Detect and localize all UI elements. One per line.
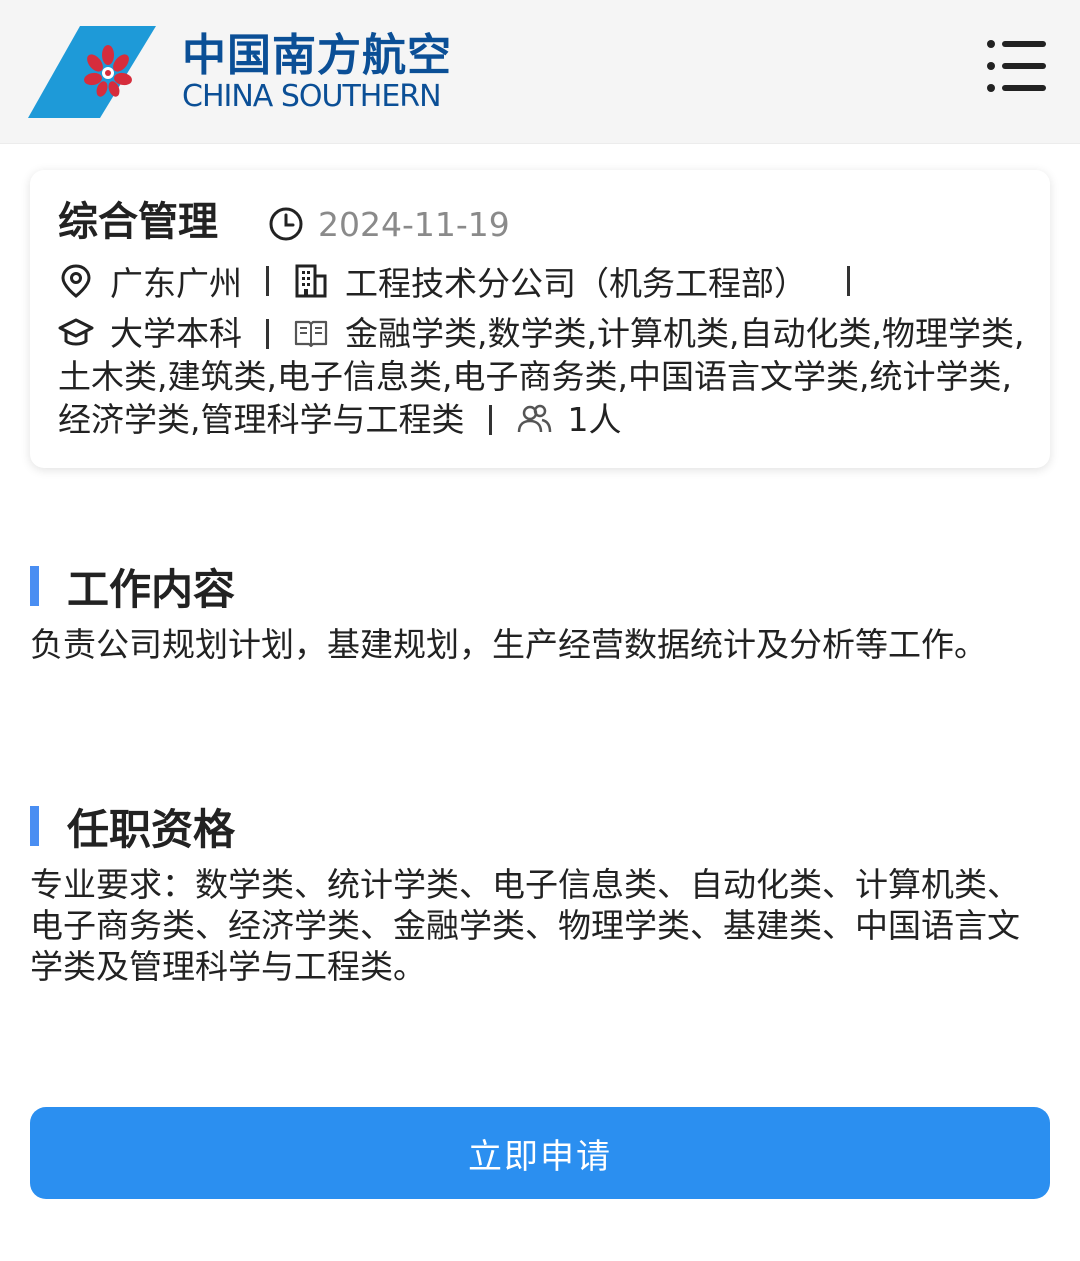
hamburger-menu-icon[interactable] bbox=[984, 36, 1048, 96]
graduation-cap-icon bbox=[58, 318, 94, 346]
job-title: 综合管理 bbox=[58, 199, 218, 245]
qualification-body: 专业要求：数学类、统计学类、电子信息类、自动化类、计算机类、电子商务类、经济学类… bbox=[30, 865, 1020, 986]
work-content-heading: 工作内容 bbox=[30, 562, 235, 614]
headcount-text: 1人 bbox=[567, 400, 622, 439]
logo-chinese-text: 中国南方航空 bbox=[182, 30, 452, 81]
book-icon bbox=[294, 320, 328, 348]
app-header: 中国南方航空 CHINA SOUTHERN bbox=[0, 0, 1080, 144]
divider bbox=[266, 319, 269, 349]
posting-date: 2024-11-19 bbox=[268, 204, 510, 244]
work-content-title: 工作内容 bbox=[67, 564, 236, 614]
qualification-title: 任职资格 bbox=[67, 804, 236, 854]
work-content-body: 负责公司规划计划，基建规划，生产经营数据统计及分析等工作。 bbox=[30, 625, 987, 664]
divider bbox=[266, 266, 269, 296]
date-text: 2024-11-19 bbox=[318, 204, 510, 244]
company-text: 工程技术分公司（机务工程部） bbox=[345, 264, 807, 303]
divider bbox=[488, 405, 492, 435]
clock-icon bbox=[269, 207, 303, 241]
china-southern-logo[interactable] bbox=[28, 26, 156, 118]
section-accent-bar bbox=[30, 566, 39, 606]
apply-now-button[interactable]: 立即申请 bbox=[30, 1107, 1050, 1199]
location-company-row: 广东广州 工程技术分公司（机务工程部） bbox=[58, 258, 874, 304]
location-text: 广东广州 bbox=[110, 264, 242, 303]
section-accent-bar bbox=[30, 806, 39, 846]
education-text: 大学本科 bbox=[110, 314, 242, 353]
location-pin-icon bbox=[61, 264, 91, 298]
education-majors-block: 大学本科 金融学类,数学类,计算机类,自动化类,物理学类,土木类,建筑类,电子信… bbox=[58, 312, 1028, 441]
divider bbox=[847, 266, 850, 296]
building-icon bbox=[295, 264, 327, 298]
job-info-card: 综合管理 2024-11-19 广东广州 工程技术分公司（机务工程部） 大学本科… bbox=[30, 170, 1050, 468]
people-icon bbox=[517, 404, 551, 433]
logo-english-text: CHINA SOUTHERN bbox=[182, 79, 442, 114]
qualification-heading: 任职资格 bbox=[30, 802, 235, 854]
